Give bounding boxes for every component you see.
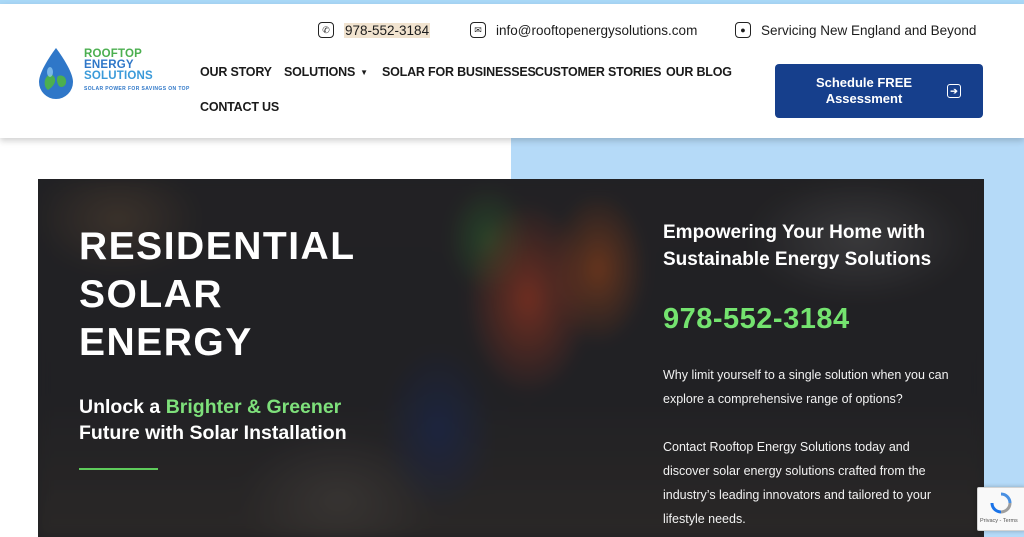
nav-customer-stories[interactable]: CUSTOMER STORIES [535,65,661,79]
nav-solutions[interactable]: SOLUTIONS ▼ [284,65,368,79]
header-service-area: ● Servicing New England and Beyond [735,18,976,42]
hero-subtitle: Unlock a Brighter & Greener Future with … [79,394,347,446]
recaptcha-icon [990,492,1012,514]
brand-tagline: SOLAR POWER FOR SAVINGS ON TOP [84,86,190,92]
brand-name: ROOFTOP ENERGY SOLUTIONS [84,48,153,82]
hero-paragraph-1: Why limit yourself to a single solution … [663,368,949,406]
hero-section: RESIDENTIAL SOLAR ENERGY Unlock a Bright… [38,179,984,537]
nav-solar-for-businesses[interactable]: SOLAR FOR BUSINESSES [382,65,536,79]
service-area-text: Servicing New England and Beyond [761,22,977,38]
water-drop-globe-icon [39,48,73,99]
hero-title-line-2: SOLAR [79,273,223,316]
nav-our-blog[interactable]: OUR BLOG [666,65,732,79]
hero-headline-line-1: Empowering Your Home with [663,222,926,243]
header-email[interactable]: ✉ info@rooftopenergysolutions.com [470,18,697,42]
hero-title-line-3: ENERGY [79,321,253,364]
arrow-right-box-icon: ➔ [947,84,961,98]
cta-line-1: Schedule FREE [815,75,913,90]
header-phone[interactable]: ✆ 978-552-3184 [318,18,431,42]
header-phone-number[interactable]: 978-552-3184 [344,22,431,38]
hero-title-line-1: RESIDENTIAL [79,225,356,268]
hero-divider [79,468,158,470]
hero-subtitle-prefix: Unlock a [79,396,166,418]
nav-contact-us[interactable]: CONTACT US [200,100,279,114]
chevron-down-icon: ▼ [360,68,368,77]
hero-headline: Empowering Your Home with Sustainable En… [663,219,963,273]
schedule-assessment-button[interactable]: Schedule FREE Assessment ➔ [775,64,983,118]
cta-line-2: Assessment [825,91,903,106]
recaptcha-badge[interactable]: Privacy - Terms [977,487,1024,531]
brand-line-3: SOLUTIONS [84,70,153,82]
hero-paragraph-2: Contact Rooftop Energy Solutions today a… [663,440,931,526]
site-header: ROOFTOP ENERGY SOLUTIONS SOLAR POWER FOR… [0,4,1024,138]
site-logo[interactable]: ROOFTOP ENERGY SOLUTIONS SOLAR POWER FOR… [36,46,189,102]
phone-icon: ✆ [318,22,334,38]
header-email-address[interactable]: info@rooftopenergysolutions.com [496,23,697,38]
nav-solutions-label: SOLUTIONS [284,65,356,79]
hero-phone-number[interactable]: 978-552-3184 [663,303,850,336]
nav-our-story[interactable]: OUR STORY [200,65,272,79]
location-pin-icon: ● [735,22,751,38]
hero-subtitle-highlight: Brighter & Greener [165,396,342,418]
hero-title: RESIDENTIAL SOLAR ENERGY [79,223,356,367]
hero-subtitle-line-2: Future with Solar Installation [79,422,347,444]
recaptcha-links[interactable]: Privacy - Terms [980,518,1018,524]
hero-headline-line-2: Sustainable Energy Solutions [663,249,932,270]
mail-icon: ✉ [470,22,486,38]
